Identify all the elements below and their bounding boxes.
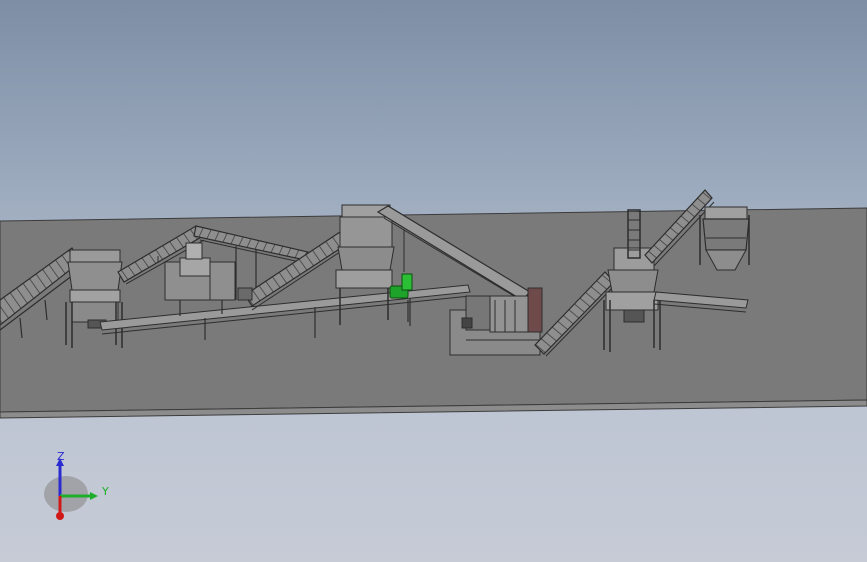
assembly-scene[interactable]: [0, 0, 867, 562]
z-axis-label: Z: [57, 450, 65, 463]
y-axis-label: Y: [102, 485, 109, 498]
axis-triad: Z Y: [40, 448, 120, 528]
3d-viewport[interactable]: Z Y: [0, 0, 867, 562]
